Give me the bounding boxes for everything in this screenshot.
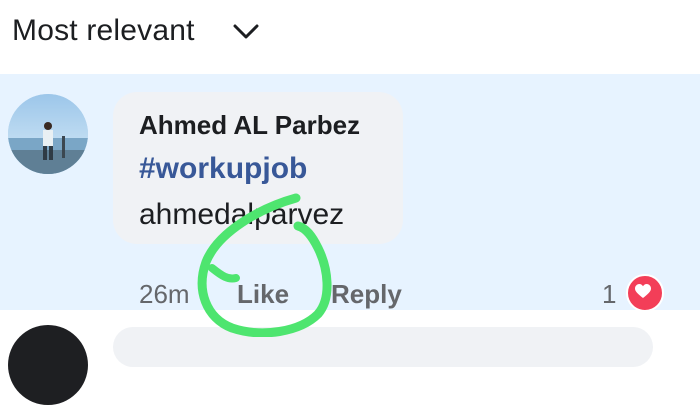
next-comment-avatar[interactable] <box>8 325 88 405</box>
next-comment-bubble[interactable] <box>113 327 653 367</box>
like-button[interactable]: Like <box>237 279 289 310</box>
avatar[interactable] <box>8 94 88 174</box>
comment-text: ahmedalparvez <box>139 198 345 231</box>
sort-label[interactable]: Most relevant <box>12 14 195 48</box>
chevron-down-icon[interactable] <box>232 22 260 42</box>
comment-timestamp[interactable]: 26m <box>139 279 190 310</box>
comment-hashtag[interactable]: #workupjob <box>139 152 307 186</box>
comment-author[interactable]: Ahmed AL Parbez <box>139 110 360 141</box>
reaction-count[interactable]: 1 <box>602 279 616 310</box>
avatar-photo <box>8 94 88 174</box>
comment-sort-bar[interactable]: Most relevant <box>0 0 700 72</box>
reply-button[interactable]: Reply <box>331 279 402 310</box>
heart-icon[interactable] <box>626 274 664 312</box>
